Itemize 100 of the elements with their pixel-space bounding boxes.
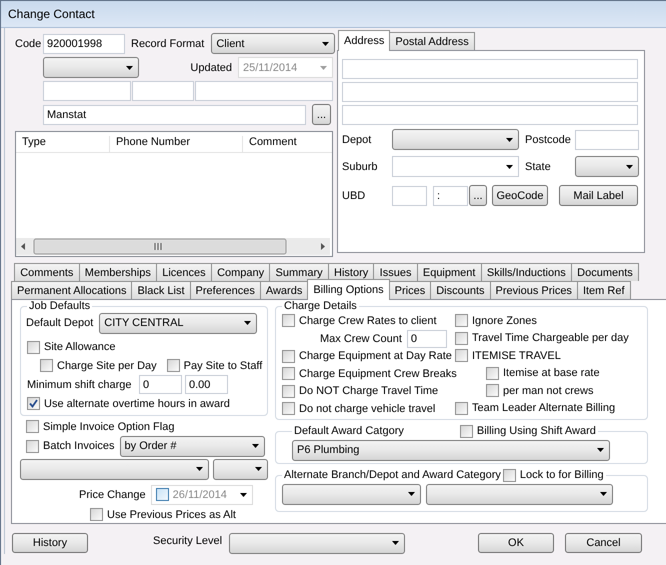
checkbox[interactable] — [282, 384, 295, 398]
text-field[interactable]: Manstat — [43, 104, 306, 124]
browse-button[interactable]: ... — [312, 104, 331, 125]
checkbox-label: Pay Site to Staff — [184, 360, 262, 372]
text-field[interactable]: 0 — [139, 375, 182, 394]
field-label: UBD — [342, 190, 366, 202]
checkbox-label: Charge Equipment at Day Rate — [299, 350, 452, 362]
tab[interactable]: Summary — [269, 263, 329, 281]
tab[interactable]: Memberships — [78, 263, 158, 281]
tab[interactable]: Prices — [388, 281, 432, 299]
tab[interactable]: Comments — [14, 263, 80, 281]
text-field[interactable] — [43, 81, 131, 101]
tab[interactable]: Permanent Allocations — [11, 281, 132, 299]
checkbox[interactable] — [282, 350, 295, 363]
tab[interactable]: Equipment — [416, 263, 482, 281]
checkbox[interactable] — [455, 349, 468, 362]
field-label: Suburb — [342, 160, 378, 172]
checkbox-label: Charge Crew Rates to client — [299, 314, 437, 327]
caret-icon — [244, 321, 252, 325]
history-button[interactable]: History — [12, 533, 88, 553]
dropdown[interactable]: Client — [211, 33, 336, 54]
dropdown[interactable] — [43, 57, 139, 78]
checkbox[interactable] — [26, 420, 39, 433]
checkbox[interactable] — [460, 424, 473, 438]
checkbox[interactable] — [486, 366, 499, 380]
group-label: Charge Details — [283, 300, 358, 312]
tab[interactable]: Skills/Inductions — [480, 263, 572, 281]
text-field[interactable]: : — [433, 186, 468, 206]
text-field[interactable]: 0.00 — [185, 375, 228, 394]
text-field[interactable]: 920001998 — [43, 34, 125, 54]
dropdown[interactable] — [392, 129, 519, 150]
dropdown[interactable] — [20, 458, 209, 480]
caret-icon — [506, 138, 513, 142]
checkbox[interactable] — [455, 314, 468, 328]
tab[interactable]: Item Ref — [576, 281, 631, 299]
tab[interactable]: Awards — [260, 281, 308, 299]
horizontal-scrollbar[interactable] — [16, 238, 330, 255]
tab[interactable]: Licences — [156, 263, 212, 281]
text-field[interactable] — [342, 82, 638, 102]
dropdown[interactable]: CITY CENTRAL — [99, 312, 258, 334]
field-label: Max Crew Count — [320, 332, 402, 344]
checkbox[interactable] — [502, 468, 516, 482]
text-field[interactable] — [575, 130, 639, 150]
text-field[interactable] — [132, 81, 194, 101]
column-header[interactable]: Comment — [243, 136, 332, 152]
checkbox[interactable] — [27, 340, 40, 354]
caret-icon — [597, 448, 604, 452]
caret-icon — [600, 492, 607, 496]
text-field[interactable] — [195, 81, 333, 101]
text-field[interactable] — [342, 105, 638, 125]
tab[interactable]: Preferences — [190, 281, 261, 299]
checkbox[interactable] — [90, 508, 103, 521]
text-field[interactable]: 0 — [406, 330, 447, 348]
tab[interactable]: Address — [338, 30, 390, 51]
tab[interactable]: Company — [210, 263, 270, 281]
ok-button[interactable]: OK — [478, 533, 554, 553]
checkbox[interactable] — [27, 397, 40, 410]
dropdown[interactable] — [213, 458, 268, 480]
checkbox[interactable] — [455, 402, 468, 415]
tab[interactable]: Issues — [373, 263, 418, 281]
text-field[interactable] — [342, 59, 638, 79]
window-title: Change Contact — [8, 7, 95, 21]
checkbox[interactable] — [282, 367, 295, 380]
tab[interactable]: Documents — [570, 263, 639, 281]
tab[interactable]: Billing Options — [307, 279, 390, 300]
checkbox[interactable] — [455, 332, 468, 345]
checkbox-label: Use Previous Prices as Alt — [107, 508, 236, 520]
caret-icon — [320, 66, 327, 70]
field-label: Default Depot — [26, 317, 94, 329]
checkbox[interactable] — [282, 314, 295, 328]
dropdown[interactable]: P6 Plumbing — [292, 440, 610, 460]
geocode-button[interactable]: GeoCode — [492, 185, 548, 206]
checkbox[interactable] — [156, 488, 169, 501]
dropdown[interactable]: by Order # — [120, 436, 265, 456]
checkbox[interactable] — [282, 402, 295, 416]
mail-label-button[interactable]: Mail Label — [559, 185, 638, 206]
field-label: Minimum shift charge — [27, 378, 133, 390]
browse-button[interactable]: ... — [469, 185, 487, 206]
checkbox-label: Team Leader Alternate Billing — [472, 402, 616, 414]
caret-icon — [506, 164, 513, 168]
dropdown[interactable] — [575, 156, 639, 177]
dropdown[interactable] — [426, 484, 613, 504]
checkbox-label: Simple Invoice Option Flag — [43, 420, 174, 432]
tab[interactable]: Postal Address — [389, 32, 475, 50]
group-label: Default Award Catgory — [294, 425, 404, 437]
cancel-button[interactable]: Cancel — [565, 533, 642, 553]
caret-icon — [408, 492, 415, 496]
text-field[interactable] — [392, 186, 427, 206]
tab[interactable]: Previous Prices — [490, 281, 578, 299]
checkbox[interactable] — [486, 384, 499, 398]
checkbox[interactable] — [40, 359, 53, 372]
checkbox[interactable] — [26, 440, 39, 452]
dropdown[interactable] — [229, 532, 406, 554]
checkbox[interactable] — [166, 359, 180, 372]
column-header[interactable]: Phone Number — [110, 136, 243, 152]
dropdown[interactable] — [282, 484, 421, 504]
field-label: Postcode — [525, 134, 572, 146]
tab[interactable]: Discounts — [430, 281, 491, 299]
column-header[interactable]: Type — [16, 136, 110, 152]
tab[interactable]: Black List — [131, 281, 191, 299]
